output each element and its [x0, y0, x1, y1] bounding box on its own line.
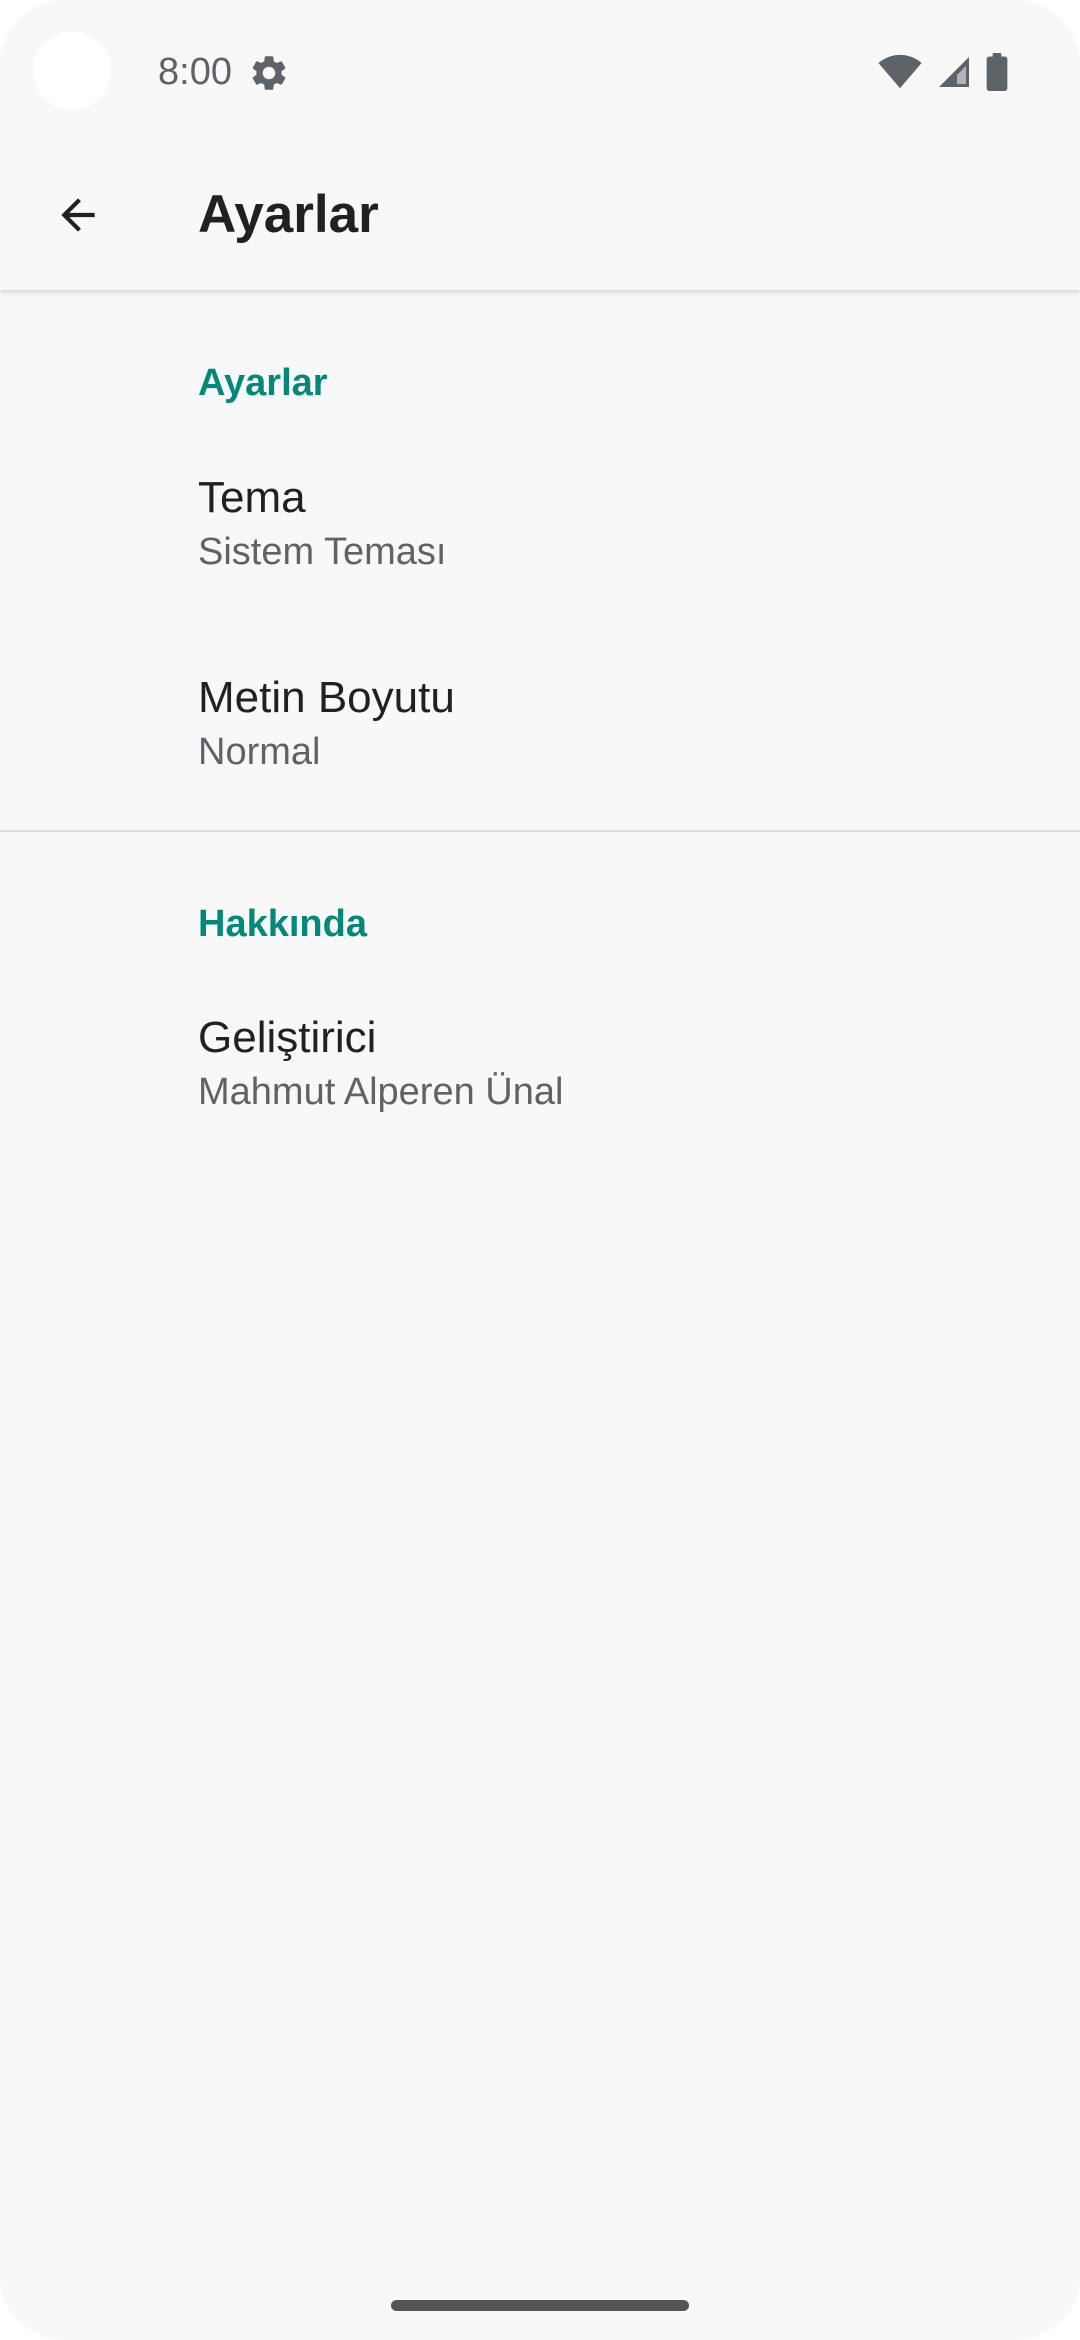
app-bar: Ayarlar — [0, 140, 1080, 290]
pref-title: Geliştirici — [198, 1013, 377, 1062]
gesture-nav-handle[interactable] — [391, 2300, 689, 2311]
signal-icon — [936, 54, 972, 90]
divider — [0, 830, 1080, 832]
arrow-back-icon — [53, 190, 103, 245]
back-button[interactable] — [36, 175, 120, 259]
camera-cutout — [33, 32, 111, 110]
status-time: 8:00 — [158, 51, 232, 93]
category-title-settings: Ayarlar — [198, 362, 328, 404]
pref-summary: Mahmut Alperen Ünal — [198, 1071, 564, 1113]
wifi-icon — [878, 54, 922, 90]
pref-title: Metin Boyutu — [198, 673, 455, 722]
battery-icon — [986, 53, 1008, 91]
pref-item-theme[interactable]: Tema Sistem Teması — [0, 450, 1080, 650]
pref-summary: Sistem Teması — [198, 531, 447, 573]
gear-icon — [248, 52, 290, 94]
status-icons — [878, 50, 1008, 94]
category-title-about: Hakkında — [198, 903, 367, 945]
pref-item-developer[interactable]: Geliştirici Mahmut Alperen Ünal — [0, 990, 1080, 1190]
settings-screen: 8:00 Ayarlar Ayarlar Tema Sistem Teması … — [0, 0, 1080, 2340]
page-title: Ayarlar — [198, 185, 379, 244]
status-bar: 8:00 — [0, 0, 1080, 140]
pref-item-text-size[interactable]: Metin Boyutu Normal — [0, 650, 1080, 850]
pref-summary: Normal — [198, 731, 321, 773]
pref-title: Tema — [198, 473, 306, 522]
